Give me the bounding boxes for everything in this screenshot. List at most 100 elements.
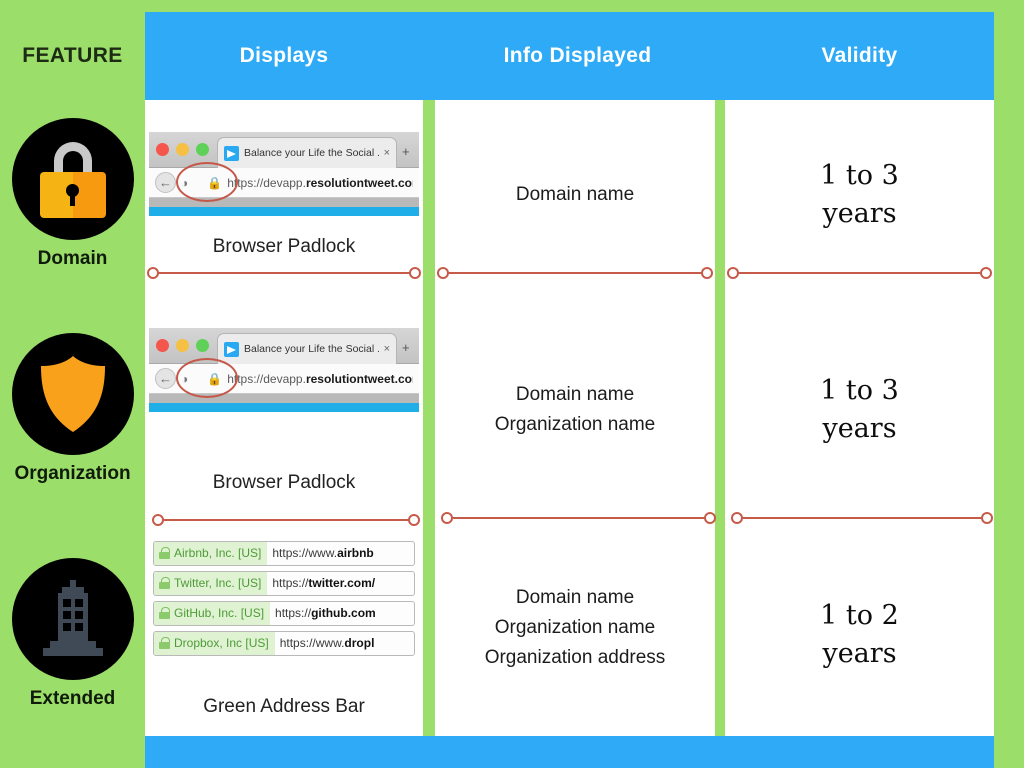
close-window-button[interactable]	[156, 143, 169, 156]
ev-list-item[interactable]: Airbnb, Inc. [US] https://www.airbnb	[153, 540, 415, 566]
browser-tab[interactable]: Balance your Life the Social ... ×	[217, 137, 397, 168]
minimize-window-button[interactable]	[176, 339, 189, 352]
tab-close-icon[interactable]: ×	[384, 343, 390, 355]
row-separator-displays-2	[152, 514, 420, 526]
new-tab-button[interactable]: +	[402, 340, 410, 355]
validity-line-1: 1 to 2	[820, 600, 899, 631]
shield-glyph	[40, 356, 105, 432]
validity-line-2: years	[822, 638, 897, 669]
validity-line-1: 1 to 3	[820, 375, 899, 406]
browser-mock-domain: Balance your Life the Social ... × + ← ◑…	[149, 132, 419, 228]
ev-org-badge: Dropbox, Inc [US]	[154, 631, 275, 655]
info-line: Organization name	[494, 616, 656, 638]
page-header-strip	[149, 207, 419, 216]
padlock-indicator-icon: 🔒	[207, 371, 223, 386]
building-icon	[11, 558, 134, 680]
display-cell-organization: Balance your Life the Social ... × + ← ◑…	[145, 316, 423, 506]
browser-titlebar: Balance your Life the Social ... × +	[149, 132, 419, 168]
browser-titlebar: Balance your Life the Social ... × +	[149, 328, 419, 364]
browser-addressbar[interactable]: ← ◑ 🔒 https://devapp.resolutiontweet.com	[149, 358, 419, 398]
validity-cell-extended: 1 to 2 years	[725, 555, 994, 715]
new-tab-button[interactable]: +	[402, 144, 410, 159]
window-controls[interactable]	[156, 143, 209, 156]
row-separator-info-2	[441, 512, 716, 524]
browser-mock-organization: Balance your Life the Social ... × + ← ◑…	[149, 328, 419, 424]
ev-list-item[interactable]: Dropbox, Inc [US] https://www.dropl	[153, 630, 415, 656]
browser-tab[interactable]: Balance your Life the Social ... ×	[217, 333, 397, 364]
address-bar-url: https://devapp.resolutiontweet.com	[227, 175, 413, 190]
maximize-window-button[interactable]	[196, 143, 209, 156]
ev-org-name: GitHub, Inc. [US]	[174, 606, 265, 620]
feature-label-organization: Organization	[14, 463, 131, 484]
ev-url: https://twitter.com/	[272, 576, 376, 590]
display-caption-extended: Green Address Bar	[203, 695, 365, 717]
back-button-icon[interactable]: ←	[155, 172, 176, 193]
validity-line-2: years	[822, 413, 897, 444]
feature-domain: Domain	[0, 118, 145, 270]
validity-line-1: 1 to 3	[820, 160, 899, 191]
display-cell-extended: Airbnb, Inc. [US] https://www.airbnb Twi…	[145, 534, 423, 724]
ev-url: https://www.airbnb	[272, 546, 374, 560]
row-separator-displays-1	[147, 267, 421, 279]
ev-org-badge: Airbnb, Inc. [US]	[154, 541, 268, 565]
ev-org-name: Twitter, Inc. [US]	[174, 576, 262, 590]
maximize-window-button[interactable]	[196, 339, 209, 352]
ev-address-bar-list: Airbnb, Inc. [US] https://www.airbnb Twi…	[153, 540, 415, 656]
feature-extended: Extended	[0, 558, 145, 710]
ev-org-badge: GitHub, Inc. [US]	[154, 601, 271, 625]
green-padlock-icon	[159, 607, 170, 619]
window-controls[interactable]	[156, 339, 209, 352]
info-line: Domain name	[515, 184, 635, 205]
column-header-displays: Displays	[239, 44, 329, 67]
page-header-strip	[149, 403, 419, 412]
validity-cell-domain: 1 to 3 years	[725, 120, 994, 270]
padlock-icon	[11, 118, 134, 240]
table-header-bar: Displays Info Displayed Validity	[145, 12, 994, 100]
browser-addressbar[interactable]: ← ◑ 🔒 https://devapp.resolutiontweet.com	[149, 162, 419, 202]
info-line: Domain name	[515, 384, 635, 405]
ev-list-item[interactable]: Twitter, Inc. [US] https://twitter.com/	[153, 570, 415, 596]
ev-org-badge: Twitter, Inc. [US]	[154, 571, 268, 595]
column-header-validity: Validity	[821, 44, 898, 67]
feature-column-header: FEATURE	[22, 44, 123, 67]
feature-organization: Organization	[0, 333, 145, 485]
padlock-indicator-icon: 🔒	[207, 175, 223, 190]
row-separator-info-1	[437, 267, 713, 279]
ev-list-item[interactable]: GitHub, Inc. [US] https://github.com	[153, 600, 415, 626]
tab-title: Balance your Life the Social ...	[244, 147, 379, 159]
reader-mode-icon[interactable]: ◑	[181, 176, 188, 190]
feature-label-domain: Domain	[37, 248, 108, 269]
ev-org-name: Airbnb, Inc. [US]	[174, 546, 262, 560]
minimize-window-button[interactable]	[176, 143, 189, 156]
info-line: Organization address	[484, 646, 666, 668]
tab-favicon-icon	[224, 341, 239, 357]
tab-favicon-icon	[224, 145, 239, 161]
display-cell-domain: Balance your Life the Social ... × + ← ◑…	[145, 120, 423, 270]
info-cell-organization: Domain name Organization name	[435, 330, 715, 490]
green-padlock-icon	[159, 547, 170, 559]
row-separator-validity-1	[727, 267, 992, 279]
display-caption-organization: Browser Padlock	[212, 472, 356, 493]
close-window-button[interactable]	[156, 339, 169, 352]
display-caption-domain: Browser Padlock	[212, 236, 356, 257]
info-line: Domain name	[515, 586, 635, 608]
browser-bookmarkbar	[149, 394, 419, 403]
ev-url: https://github.com	[275, 606, 376, 620]
tab-title: Balance your Life the Social ...	[244, 343, 379, 355]
validity-line-2: years	[822, 198, 897, 229]
info-line: Organization name	[494, 414, 656, 435]
info-cell-domain: Domain name	[435, 120, 715, 270]
info-cell-extended: Domain name Organization name Organizati…	[435, 540, 715, 715]
page-content-area	[149, 216, 419, 228]
ssl-certificate-comparison-infographic: FEATURE Displays Info Displayed Validity…	[0, 0, 1024, 768]
row-separator-validity-2	[731, 512, 993, 524]
feature-label-extended: Extended	[29, 688, 116, 709]
tab-close-icon[interactable]: ×	[384, 147, 390, 159]
column-header-info-displayed: Info Displayed	[503, 44, 652, 67]
page-content-area	[149, 412, 419, 424]
green-padlock-icon	[159, 577, 170, 589]
back-button-icon[interactable]: ←	[155, 368, 176, 389]
validity-cell-organization: 1 to 3 years	[725, 330, 994, 490]
table-footer-bar	[145, 736, 994, 768]
reader-mode-icon[interactable]: ◑	[181, 372, 188, 386]
